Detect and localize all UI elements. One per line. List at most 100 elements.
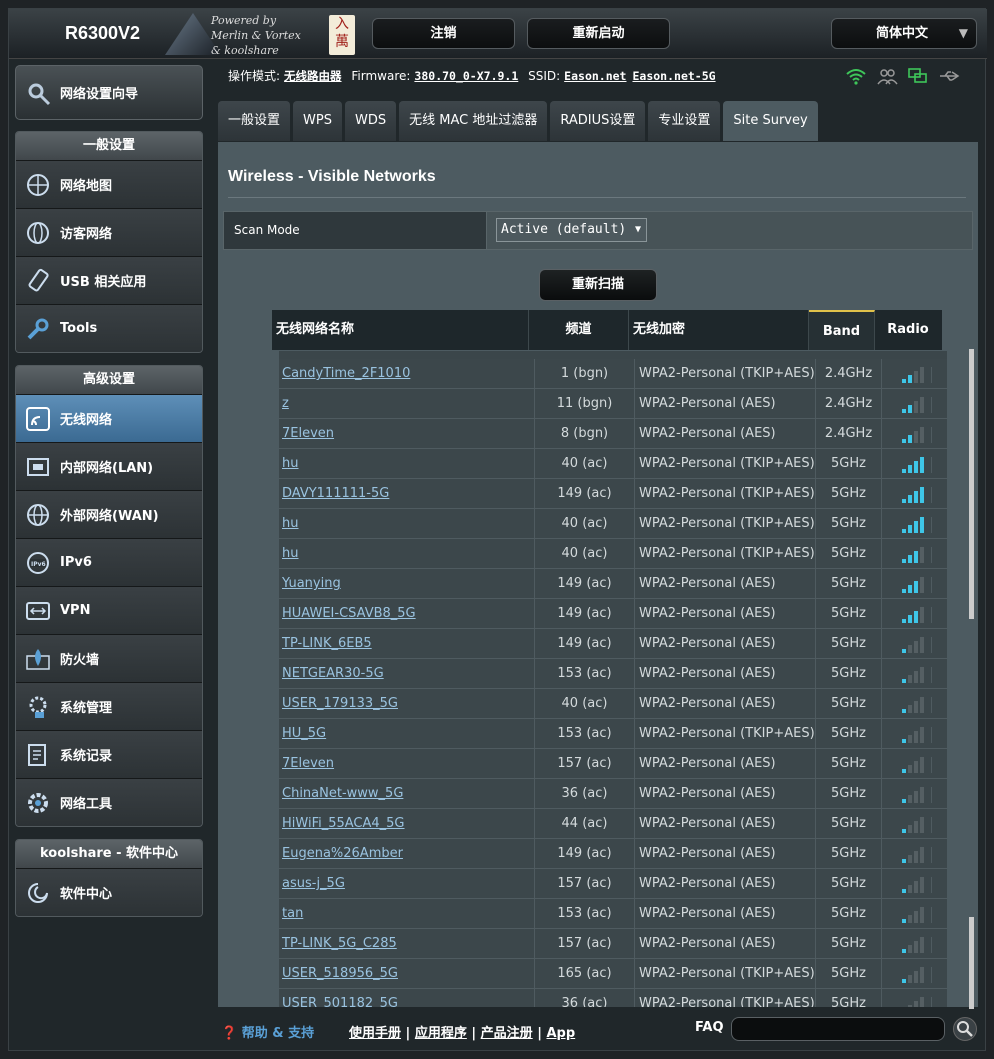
col-ssid[interactable]: 无线网络名称 <box>272 310 529 350</box>
ssid-link[interactable]: asus-j_5G <box>279 869 535 898</box>
ssid-link[interactable]: z <box>279 389 535 418</box>
tab-wps[interactable]: WPS <box>293 101 342 141</box>
encryption-cell: WPA2-Personal (TKIP+AES) <box>635 509 816 538</box>
signal-bar <box>914 671 918 683</box>
band-cell: 5GHz <box>816 779 882 808</box>
ssid-link[interactable]: USER_501182_5G <box>279 989 535 1007</box>
sidebar-item-software-center[interactable]: 软件中心 <box>16 868 202 916</box>
ssid-link[interactable]: hu <box>279 449 535 478</box>
logout-button[interactable]: 注销 <box>372 18 515 49</box>
col-channel[interactable]: 频道 <box>529 310 629 350</box>
scrollbar-thumb[interactable] <box>969 349 974 619</box>
signal-strength-icon <box>902 427 932 443</box>
ssid-link[interactable]: USER_518956_5G <box>279 959 535 988</box>
help-support[interactable]: ❓ 帮助 & 支持 <box>221 1022 314 1041</box>
channel-cell: 40 (ac) <box>535 539 635 568</box>
sidebar-item-administration[interactable]: 系统管理 <box>16 682 202 730</box>
sidebar-item-firewall[interactable]: 防火墙 <box>16 634 202 682</box>
sidebar-item-tools[interactable]: Tools <box>16 304 202 352</box>
ssid-link[interactable]: NETGEAR30-5G <box>279 659 535 688</box>
ssid-link[interactable]: Yuanying <box>279 569 535 598</box>
scan-mode-select[interactable]: Active (default) ▼ <box>496 218 647 242</box>
ssid-link[interactable]: HiWiFi_55ACA4_5G <box>279 809 535 838</box>
scrollbar-thumb-lower[interactable] <box>969 917 974 1009</box>
sidebar-item-network-map[interactable]: 网络地图 <box>16 160 202 208</box>
ssid-link[interactable]: HUAWEI-CSAVB8_5G <box>279 599 535 628</box>
sidebar-item-system-log[interactable]: 系统记录 <box>16 730 202 778</box>
sidebar-item-network-tools[interactable]: 网络工具 <box>16 778 202 826</box>
signal-bar <box>902 679 906 683</box>
col-encryption[interactable]: 无线加密 <box>629 310 809 350</box>
utility-link[interactable]: 应用程序 <box>415 1026 467 1041</box>
manual-link[interactable]: 使用手册 <box>349 1026 401 1041</box>
sidebar-item-usb[interactable]: USB 相关应用 <box>16 256 202 304</box>
signal-strength-icon <box>902 367 932 383</box>
ssid-link[interactable]: CandyTime_2F1010 <box>279 359 535 388</box>
software-center-icon <box>24 879 52 907</box>
wireless-icon <box>24 405 52 433</box>
ssid-link[interactable]: 7Eleven <box>279 749 535 778</box>
app-link[interactable]: App <box>546 1026 575 1041</box>
signal-bar <box>908 1005 912 1007</box>
sidebar-item-vpn[interactable]: VPN <box>16 586 202 634</box>
search-icon[interactable] <box>953 1017 977 1041</box>
ssid-link-1[interactable]: Eason.net <box>564 69 626 83</box>
sidebar-item-wan[interactable]: 外部网络(WAN) <box>16 490 202 538</box>
signal-bar <box>902 769 906 773</box>
tab-mac-filter[interactable]: 无线 MAC 地址过滤器 <box>399 101 548 141</box>
rescan-button[interactable]: 重新扫描 <box>539 269 657 301</box>
table-row: USER_518956_5G 165 (ac) WPA2-Personal (TKI… <box>279 959 947 989</box>
page-title: Wireless - Visible Networks <box>228 168 436 185</box>
col-band[interactable]: Band <box>809 310 875 350</box>
tab-site-survey[interactable]: Site Survey <box>723 101 818 141</box>
signal-bar <box>902 559 906 563</box>
ssid-link[interactable]: Eugena%26Amber <box>279 839 535 868</box>
koolshare-menu: koolshare - 软件中心 软件中心 <box>15 839 203 917</box>
band-cell: 5GHz <box>816 599 882 628</box>
ssid-link[interactable]: hu <box>279 509 535 538</box>
ssid-link[interactable]: HU_5G <box>279 719 535 748</box>
table-scrollbar[interactable] <box>969 349 974 1009</box>
reboot-button[interactable]: 重新启动 <box>527 18 670 49</box>
usb-icon[interactable] <box>938 67 960 85</box>
sidebar-item-lan[interactable]: 内部网络(LAN) <box>16 442 202 490</box>
table-row: hu 40 (ac) WPA2-Personal (TKIP+AES) 5GHz <box>279 539 947 569</box>
ssid-link[interactable]: TP-LINK_5G_C285 <box>279 929 535 958</box>
tab-wds[interactable]: WDS <box>344 101 397 141</box>
ssid-link[interactable]: DAVY111111-5G <box>279 479 535 508</box>
signal-bar <box>902 379 906 383</box>
ssid-link[interactable]: TP-LINK_6EB5 <box>279 629 535 658</box>
registration-link[interactable]: 产品注册 <box>481 1026 533 1041</box>
ssid-link[interactable]: ChinaNet-www_5G <box>279 779 535 808</box>
ssid-link[interactable]: USER_179133_5G <box>279 689 535 718</box>
table-row: 7Eleven 157 (ac) WPA2-Personal (AES) 5GHz <box>279 749 947 779</box>
signal-bar <box>920 547 924 563</box>
ssid-link-2[interactable]: Eason.net-5G <box>632 69 715 83</box>
tab-radius[interactable]: RADIUS设置 <box>550 101 646 141</box>
tab-general[interactable]: 一般设置 <box>218 101 291 141</box>
channel-cell: 44 (ac) <box>535 809 635 838</box>
signal-bar <box>914 521 918 533</box>
mode-link[interactable]: 无线路由器 <box>284 69 342 83</box>
faq-search-input[interactable] <box>731 1017 945 1041</box>
setup-wizard-button[interactable]: 网络设置向导 <box>15 65 203 120</box>
language-select[interactable]: 简体中文 ▼ <box>831 18 977 49</box>
sidebar-item-ipv6[interactable]: IPv6 IPv6 <box>16 538 202 586</box>
signal-strength-icon <box>902 907 932 923</box>
signal-strength-icon <box>902 937 932 953</box>
ssid-link[interactable]: hu <box>279 539 535 568</box>
ssid-link[interactable]: tan <box>279 899 535 928</box>
channel-cell: 165 (ac) <box>535 959 635 988</box>
network-icon[interactable] <box>907 67 929 85</box>
wifi-icon[interactable] <box>845 67 867 85</box>
sidebar-item-wireless[interactable]: 无线网络 <box>16 394 202 442</box>
sidebar-item-guest-network[interactable]: 访客网络 <box>16 208 202 256</box>
radio-cell <box>882 509 947 538</box>
band-cell: 2.4GHz <box>816 389 882 418</box>
radio-cell <box>882 899 947 928</box>
col-radio[interactable]: Radio <box>875 310 941 350</box>
ssid-link[interactable]: 7Eleven <box>279 419 535 448</box>
users-icon[interactable] <box>876 67 898 85</box>
firmware-link[interactable]: 380.70_0-X7.9.1 <box>414 69 518 83</box>
tab-professional[interactable]: 专业设置 <box>648 101 721 141</box>
